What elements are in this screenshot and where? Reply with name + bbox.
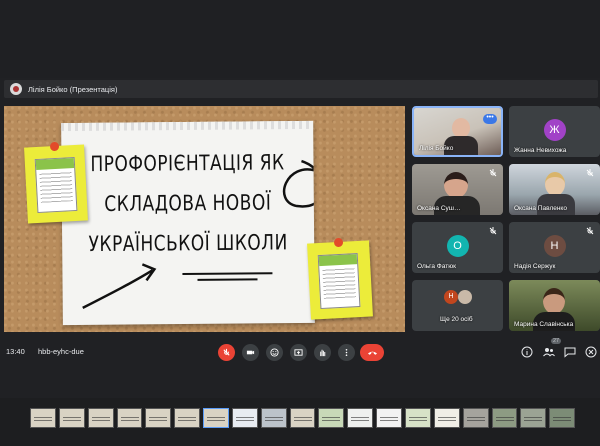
- avatar: Ж: [543, 119, 566, 141]
- slide-thumbnail[interactable]: [260, 408, 287, 428]
- participant-tile[interactable]: Оксана Суш…: [412, 164, 503, 215]
- slide-thumbnail[interactable]: [145, 408, 172, 428]
- participant-tile[interactable]: ••• Лілія Бойко: [412, 106, 503, 157]
- chat-icon[interactable]: [564, 346, 576, 358]
- booklet-image: [317, 253, 361, 310]
- participant-name: Надія Сержук: [514, 263, 556, 270]
- slide-paper: ПРОФОРІЄНТАЦІЯ ЯК СКЛАДОВА НОВОЇ УКРАЇНС…: [61, 120, 315, 326]
- participant-tile[interactable]: Ж Жанна Невихожа: [509, 106, 600, 157]
- emoji-icon: [270, 348, 279, 357]
- mic-off-icon: [586, 227, 594, 235]
- avatar: [458, 290, 472, 304]
- presentation-label: Лілія Бойко (Презентація): [28, 84, 118, 94]
- participant-tile[interactable]: Марина Славінська: [509, 280, 600, 331]
- participant-name: Жанна Невихожа: [514, 147, 567, 154]
- participant-tile[interactable]: Н Надія Сержук: [509, 222, 600, 273]
- call-control-bar: 13:40 hbb-eyhc-due 27: [0, 338, 600, 364]
- mic-toggle-button[interactable]: [218, 344, 235, 361]
- slide-thumbnail[interactable]: [30, 408, 56, 428]
- presenter-avatar: [10, 83, 22, 95]
- slide-thumbnail[interactable]: [376, 408, 402, 428]
- participant-name: Оксана Суш…: [417, 205, 461, 212]
- desktop-top-area: [0, 0, 600, 78]
- mic-off-icon: [489, 227, 497, 235]
- slide-thumbnail[interactable]: [87, 408, 114, 428]
- more-options-button[interactable]: [338, 344, 355, 361]
- slide-thumbnail[interactable]: [174, 408, 201, 428]
- more-participants-label: Ще 20 осіб: [440, 316, 473, 323]
- slide-thumbnail[interactable]: [289, 408, 316, 428]
- activities-icon[interactable]: [585, 346, 597, 358]
- sticky-note-right: [307, 237, 373, 320]
- slide-thumbnail[interactable]: [404, 408, 431, 428]
- participant-tile[interactable]: Оксана Павленко: [509, 164, 600, 215]
- booklet-image: [34, 156, 78, 214]
- pin-icon: [333, 237, 344, 248]
- hand-icon: [320, 349, 326, 357]
- camera-toggle-button[interactable]: [242, 344, 259, 361]
- slide-thumbnail[interactable]: [116, 408, 143, 428]
- slide-thumbnail[interactable]: [318, 408, 345, 428]
- mic-off-icon: [586, 169, 594, 177]
- meeting-time: 13:40: [6, 347, 25, 356]
- mic-off-icon: [223, 348, 230, 356]
- sticky-note-left: [24, 141, 88, 224]
- mic-off-icon: [489, 169, 497, 177]
- slide-thumbnail[interactable]: [462, 408, 489, 428]
- present-now-button[interactable]: [290, 344, 307, 361]
- slide-thumbnail-selected[interactable]: [203, 408, 229, 428]
- avatar: О: [446, 235, 469, 257]
- people-icon[interactable]: [543, 346, 555, 358]
- pin-icon: [49, 141, 60, 152]
- slide-thumbnail[interactable]: [231, 408, 258, 428]
- raise-hand-button[interactable]: [314, 344, 331, 361]
- slide-doodles: [82, 159, 315, 310]
- present-icon: [294, 349, 303, 356]
- participants-count-badge: 27: [551, 338, 562, 344]
- participant-name: Лілія Бойко: [419, 145, 454, 152]
- participant-name: Ольга Фатюк: [417, 263, 456, 270]
- more-participants-tile[interactable]: Н Ще 20 осіб: [412, 280, 503, 331]
- presentation-stage: ПРОФОРІЄНТАЦІЯ ЯК СКЛАДОВА НОВОЇ УКРАЇНС…: [4, 106, 405, 332]
- participant-name: Марина Славінська: [514, 321, 574, 328]
- avatar: Н: [543, 235, 566, 257]
- slide-thumbnail[interactable]: [549, 408, 576, 428]
- more-options-icon[interactable]: •••: [483, 114, 497, 124]
- slide-thumbnail[interactable]: [347, 408, 374, 428]
- leave-call-button[interactable]: [360, 344, 384, 361]
- participant-name: Оксана Павленко: [514, 205, 567, 212]
- info-icon[interactable]: [521, 346, 533, 358]
- reactions-button[interactable]: [266, 344, 283, 361]
- more-vert-icon: [345, 348, 348, 357]
- slide-thumbnail[interactable]: [58, 408, 85, 428]
- end-call-icon: [367, 351, 377, 355]
- presentation-banner: Лілія Бойко (Презентація): [4, 80, 598, 98]
- camera-icon: [246, 350, 255, 355]
- slide-thumbnail[interactable]: [520, 408, 547, 428]
- slide-thumbnails: [30, 408, 576, 428]
- slide-thumbnail[interactable]: [433, 408, 460, 428]
- participant-tile[interactable]: О Ольга Фатюк: [412, 222, 503, 273]
- slide-thumbnail[interactable]: [491, 408, 518, 428]
- meeting-code: hbb-eyhc-due: [38, 347, 84, 356]
- avatar: Н: [444, 290, 458, 304]
